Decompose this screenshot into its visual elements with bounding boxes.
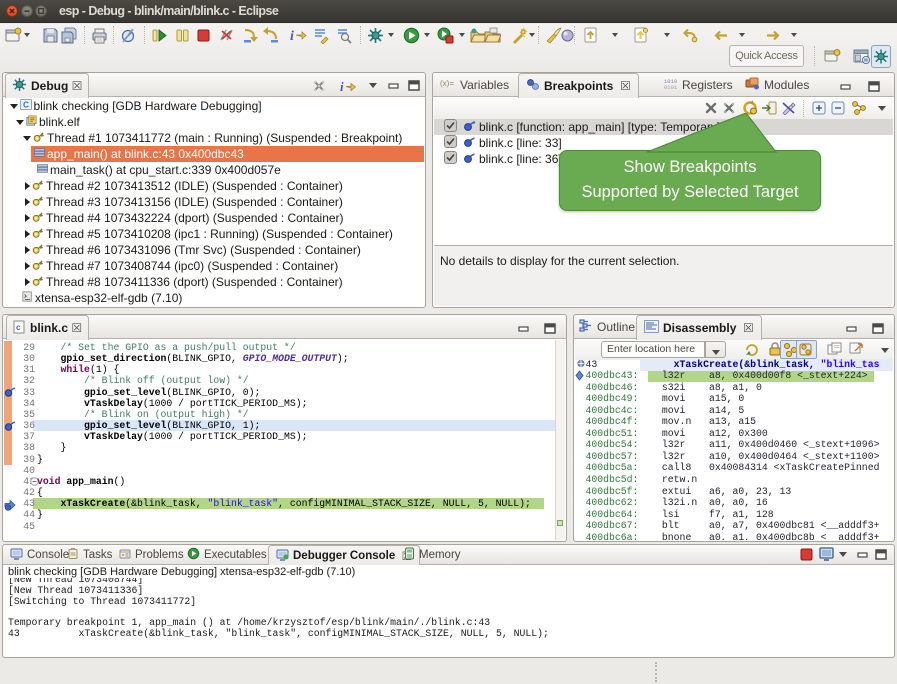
svg-text:i: i (340, 79, 344, 93)
svg-text:(x)=: (x)= (440, 79, 454, 88)
svg-text:i: i (290, 29, 294, 44)
svg-text:C: C (22, 100, 28, 110)
svg-text:c: c (16, 323, 21, 332)
svg-text:0101: 0101 (664, 84, 678, 91)
